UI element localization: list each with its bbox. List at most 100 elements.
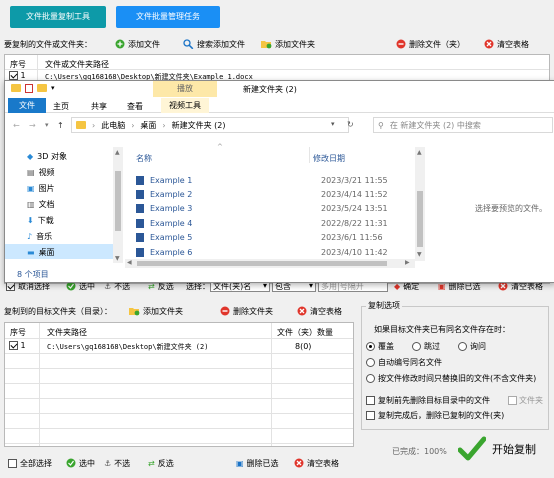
new-folder-icon[interactable] xyxy=(37,84,47,92)
bottom-clear-button[interactable]: 清空表格 xyxy=(294,456,339,470)
scroll-thumb[interactable] xyxy=(115,171,121,231)
add-dest-folder-button[interactable]: 添加文件夹 xyxy=(128,304,183,318)
word-doc-icon xyxy=(136,233,144,243)
select-all-checkbox[interactable] xyxy=(8,458,17,468)
forward-icon[interactable]: → xyxy=(29,121,36,130)
radio-skip[interactable]: 跳过 xyxy=(412,339,440,353)
tab-batch-manage[interactable]: 文件批量管理任务 xyxy=(116,6,220,28)
clear-target-option[interactable]: 复制前先删除目标目录中的文件 xyxy=(366,393,490,407)
radio-replace-old[interactable]: 按文件修改时间只替换旧的文件(不含文件夹) xyxy=(366,371,536,385)
ribbon-home-tab[interactable]: 主页 xyxy=(53,101,69,112)
scroll-up-icon[interactable]: ▲ xyxy=(417,149,422,156)
h-scroll-thumb[interactable] xyxy=(137,261,387,266)
ribbon-video-tools-tab[interactable]: 视频工具 xyxy=(161,98,209,113)
nav-selection xyxy=(5,244,113,259)
source-label: 要复制的文件或文件夹： xyxy=(4,39,92,49)
quick-access-toolbar[interactable]: ▾ xyxy=(11,84,55,93)
delete-after-option[interactable]: 复制完成后，删除已复制的文件(夹) xyxy=(366,408,504,422)
clear-dest-button[interactable]: 清空表格 xyxy=(297,304,342,318)
remove-dest-folder-button[interactable]: 删除文件夹 xyxy=(220,304,273,318)
clear-target-checkbox[interactable] xyxy=(366,395,375,405)
crumb-desktop[interactable]: 桌面 xyxy=(140,120,156,131)
crumb-folder[interactable]: 新建文件夹 (2) xyxy=(172,120,226,131)
properties-icon[interactable] xyxy=(25,84,33,93)
ribbon-file-tab[interactable]: 文件 xyxy=(8,98,46,113)
table-row[interactable]: 1 xyxy=(9,71,26,80)
delete-after-checkbox[interactable] xyxy=(366,410,375,420)
radio-ask[interactable]: 询问 xyxy=(458,339,486,353)
folder-checkbox[interactable] xyxy=(508,395,517,405)
folder-option[interactable]: 文件夹 xyxy=(508,393,543,407)
list-item[interactable]: Example 3 2023/5/24 13:51 xyxy=(136,202,412,216)
nav-item-3d[interactable]: ◆ 3D 对象 xyxy=(27,151,67,162)
add-file-button[interactable]: 添加文件 xyxy=(115,37,160,51)
list-item[interactable]: Example 5 2023/6/1 11:56 xyxy=(136,231,412,245)
search-add-button[interactable]: 搜索添加文件 xyxy=(183,37,245,51)
bottom-delete-selected-button[interactable]: ▣ 删除已选 xyxy=(236,456,279,470)
word-doc-icon xyxy=(136,190,144,200)
nav-item-pictures[interactable]: ▣ 图片 xyxy=(27,183,55,194)
back-icon[interactable]: ← xyxy=(13,121,20,130)
scroll-up-icon[interactable]: ▲ xyxy=(115,149,120,156)
list-item[interactable]: Example 2 2023/4/14 11:52 xyxy=(136,187,412,201)
clear-source-label: 清空表格 xyxy=(497,39,529,49)
clear-source-button[interactable]: 清空表格 xyxy=(484,37,529,51)
scroll-left-icon[interactable]: ◀ xyxy=(127,259,132,266)
search-box[interactable]: ⚲ 在 新建文件夹 (2) 中搜索 xyxy=(373,117,553,133)
scroll-down-icon[interactable]: ▼ xyxy=(417,251,422,258)
bottom-unselect-button[interactable]: ⚓ 不选 xyxy=(104,456,130,470)
bottom-invert-button[interactable]: ⇄ 反选 xyxy=(148,456,174,470)
row-checkbox[interactable] xyxy=(9,71,18,80)
refresh-icon[interactable]: ↻ xyxy=(347,120,354,129)
nav-label: 文档 xyxy=(38,200,55,209)
invert-icon: ⇄ xyxy=(148,458,155,468)
explorer-window[interactable]: ▾ 播放 新建文件夹 (2) 文件 主页 共享 查看 视频工具 ← → ▾ ↑ … xyxy=(4,80,554,283)
radio-dot[interactable] xyxy=(366,341,375,351)
address-chevron-icon[interactable]: ▾ xyxy=(331,120,335,128)
search-add-label: 搜索添加文件 xyxy=(197,39,245,49)
select-all-option[interactable]: 全部选择 xyxy=(8,456,52,470)
row-checkbox[interactable] xyxy=(9,341,18,350)
scroll-right-icon[interactable]: ▶ xyxy=(405,259,410,266)
destination-table[interactable]: 序号 文件夹路径 文件（夹）数量 1 C:\Users\gq168168\Des… xyxy=(4,322,354,447)
col-date-header[interactable]: 修改日期 xyxy=(313,153,345,164)
nav-item-documents[interactable]: ▥ 文档 xyxy=(27,199,55,210)
radio-dot[interactable] xyxy=(458,341,467,351)
col-name-header[interactable]: 名称 xyxy=(136,153,152,164)
start-copy-button[interactable]: 开始复制 xyxy=(458,436,536,462)
crumb-this-pc[interactable]: 此电脑 xyxy=(101,120,125,131)
bottom-select-button[interactable]: 选中 xyxy=(66,456,95,470)
breadcrumb-sep-icon: › xyxy=(92,120,96,130)
remove-file-button[interactable]: 删除文件（夹） xyxy=(396,37,465,51)
folder-add-icon xyxy=(261,41,272,49)
nav-item-music[interactable]: ♪ 音乐 xyxy=(27,231,52,242)
nav-item-desktop[interactable]: ▬ 桌面 xyxy=(27,247,55,258)
radio-dot[interactable] xyxy=(366,357,375,367)
scroll-down-icon[interactable]: ▼ xyxy=(115,255,120,262)
search-icon xyxy=(183,39,194,49)
delete-icon: ▣ xyxy=(236,458,244,468)
nav-item-video[interactable]: ▤ 视频 xyxy=(27,167,55,178)
up-icon[interactable]: ↑ xyxy=(57,121,64,130)
contextual-tab-play[interactable]: 播放 xyxy=(153,81,217,97)
chevron-down-icon[interactable]: ▾ xyxy=(51,84,55,93)
navigation-pane[interactable]: ◆ 3D 对象 ▤ 视频 ▣ 图片 ▥ 文档 ⬇ 下载 ♪ 音乐 ▬ 桌面 ▲ ▼ xyxy=(5,141,123,267)
add-folder-button[interactable]: 添加文件夹 xyxy=(260,37,315,51)
radio-auto-rename[interactable]: 自动编号同名文件 xyxy=(366,355,442,369)
recent-chevron-icon[interactable]: ▾ xyxy=(45,121,49,129)
ribbon-share-tab[interactable]: 共享 xyxy=(91,101,107,112)
list-item[interactable]: Example 1 2023/3/21 11:55 xyxy=(136,173,412,187)
list-item[interactable]: Example 4 2022/8/22 11:31 xyxy=(136,216,412,230)
folder-add-icon xyxy=(129,308,140,316)
radio-dot[interactable] xyxy=(412,341,421,351)
ribbon-view-tab[interactable]: 查看 xyxy=(127,101,143,112)
nav-item-downloads[interactable]: ⬇ 下载 xyxy=(27,215,54,226)
radio-dot[interactable] xyxy=(366,373,375,383)
scroll-thumb[interactable] xyxy=(417,191,423,247)
table-row[interactable]: 1 xyxy=(9,341,26,350)
tab-batch-copy[interactable]: 文件批量复制工具 xyxy=(10,6,106,28)
file-list[interactable]: Example 1 2023/3/21 11:55 Example 2 2023/4… xyxy=(136,173,412,259)
address-bar[interactable]: › 此电脑 › 桌面 › 新建文件夹 (2) xyxy=(71,117,349,133)
list-item[interactable]: Example 6 2023/4/10 11:42 xyxy=(136,245,412,259)
radio-overwrite[interactable]: 覆盖 xyxy=(366,339,394,353)
